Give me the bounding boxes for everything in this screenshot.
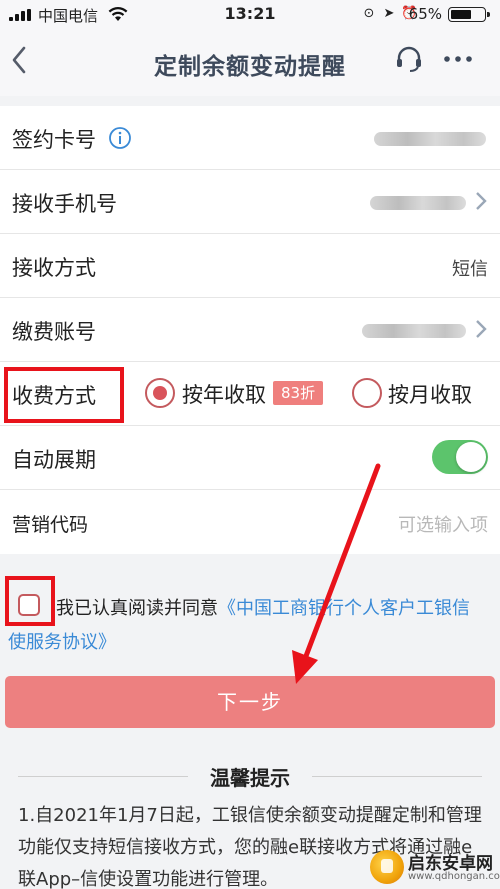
more-icon[interactable]	[441, 44, 475, 74]
battery-percent: 65%	[408, 5, 442, 23]
radio-monthly[interactable]	[352, 378, 382, 408]
promo-code-input[interactable]: 可选输入项	[398, 511, 488, 537]
chevron-right-icon	[476, 320, 487, 338]
chevron-right-icon	[476, 192, 487, 210]
payment-account-row[interactable]: 缴费账号	[0, 298, 500, 362]
card-number-label: 签约卡号	[12, 128, 96, 152]
screen-lock-icon: ⊙	[363, 6, 375, 21]
receive-method-value: 短信	[452, 259, 488, 280]
battery-icon	[448, 7, 490, 22]
info-icon[interactable]	[108, 126, 132, 150]
agreement-checkbox[interactable]	[18, 594, 40, 616]
watermark-logo-icon	[370, 850, 404, 884]
promo-code-label: 营销代码	[12, 514, 89, 536]
next-step-button[interactable]: 下一步	[5, 676, 495, 728]
fee-method-row: 收费方式 按年收取 83折 按月收取	[0, 362, 500, 426]
toggle-knob	[456, 442, 486, 472]
agreement-link-continued[interactable]: 使服务协议》	[8, 628, 116, 654]
divider	[312, 776, 482, 777]
auto-renew-toggle[interactable]	[432, 440, 488, 474]
watermark-url: www.qdhongan.com	[408, 871, 500, 882]
phone-row[interactable]: 接收手机号	[0, 170, 500, 234]
card-number-masked	[374, 132, 486, 146]
payment-account-masked	[362, 324, 466, 338]
payment-account-label: 缴费账号	[12, 320, 96, 344]
tips-header: 温馨提示	[0, 762, 500, 792]
location-icon: ➤	[383, 6, 395, 21]
phone-masked	[370, 196, 466, 210]
receive-method-label: 接收方式	[12, 256, 96, 280]
annotation-box-fee-method	[4, 367, 124, 423]
agreement-link[interactable]: 《中国工商银行个人客户工银信	[218, 598, 470, 619]
radio-yearly[interactable]	[145, 378, 175, 408]
agreement-prefix: 我已认真阅读并同意	[56, 598, 218, 619]
receive-method-row: 接收方式 短信	[0, 234, 500, 298]
radio-monthly-label[interactable]: 按月收取	[388, 379, 472, 409]
phone-label: 接收手机号	[12, 192, 117, 216]
headset-icon[interactable]	[394, 44, 424, 74]
card-number-row[interactable]: 签约卡号	[0, 106, 500, 170]
radio-yearly-label[interactable]: 按年收取	[182, 379, 266, 409]
agreement-text: 我已认真阅读并同意《中国工商银行个人客户工银信	[56, 594, 470, 620]
discount-badge: 83折	[273, 381, 324, 405]
status-bar: 中国电信 13:21 ⊙ ➤ ⏰ 65%	[0, 0, 500, 28]
watermark: 启东安卓网 www.qdhongan.com	[370, 850, 500, 886]
auto-renew-label: 自动展期	[12, 448, 96, 472]
auto-renew-row: 自动展期	[0, 426, 500, 490]
nav-bar: 定制余额变动提醒	[0, 28, 500, 96]
reminder-form: 签约卡号 接收手机号 接收方式 短信 缴费账号 收费方式 按年收取 83折 按月…	[0, 106, 500, 554]
promo-code-row: 营销代码 可选输入项	[0, 490, 500, 554]
page-title: 定制余额变动提醒	[154, 54, 346, 80]
